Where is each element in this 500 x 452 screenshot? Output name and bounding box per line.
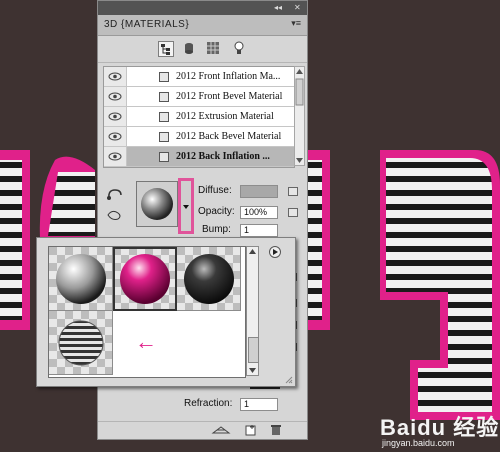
material-label: 2012 Back Inflation ... (176, 151, 270, 162)
list-item-selected[interactable]: 2012 Back Inflation ... (104, 147, 294, 167)
opacity-field[interactable]: 100% (240, 206, 278, 219)
list-item[interactable]: 2012 Extrusion Material (104, 107, 294, 127)
eye-icon[interactable] (104, 87, 127, 106)
eye-icon[interactable] (104, 67, 127, 86)
panel-tab[interactable]: 3D {MATERIALS} ▾≡ (98, 15, 307, 36)
panel-menu-icon[interactable]: ▾≡ (291, 18, 301, 29)
material-picker-popup: ← (36, 237, 296, 387)
drop-material-icon[interactable] (106, 207, 124, 224)
list-item[interactable]: 2012 Back Bevel Material (104, 127, 294, 147)
bump-label: Bump: (202, 224, 231, 235)
materials-filter-icon[interactable] (206, 41, 222, 57)
material-swatch-icon (159, 92, 169, 102)
close-icon[interactable]: ✕ (294, 3, 301, 13)
popup-options-icon[interactable] (269, 246, 281, 258)
diffuse-color-swatch[interactable] (240, 185, 278, 198)
eye-icon[interactable] (104, 147, 127, 166)
annotation-arrow-icon: ← (135, 329, 157, 354)
material-swatch-icon (159, 72, 169, 82)
new-item-icon[interactable] (245, 424, 257, 439)
list-scrollbar[interactable] (294, 66, 305, 166)
divider (250, 387, 280, 389)
material-label: 2012 Extrusion Material (176, 111, 274, 122)
folder-icon[interactable] (288, 187, 298, 196)
folder-icon[interactable] (288, 208, 298, 217)
watermark-url: jingyan.baidu.com (382, 438, 455, 448)
opacity-label: Opacity: (198, 206, 235, 217)
materials-list: 2012 Front Inflation Ma... 2012 Front Be… (103, 66, 295, 168)
trash-icon[interactable] (270, 424, 282, 439)
bump-field[interactable]: 1 (240, 224, 278, 237)
meshes-filter-icon[interactable] (182, 41, 198, 57)
material-swatch-icon (159, 132, 169, 142)
material-swatch-icon (159, 152, 169, 162)
material-preset-pink[interactable] (113, 247, 177, 311)
scene-filter-icon[interactable] (158, 41, 174, 57)
mesh-icon[interactable] (211, 424, 231, 439)
resize-grip-icon[interactable] (285, 376, 293, 384)
diffuse-label: Diffuse: (198, 185, 232, 196)
lights-filter-icon[interactable] (232, 41, 248, 57)
refraction-label: Refraction: (184, 398, 233, 409)
material-preset-chrome[interactable] (49, 247, 113, 311)
material-preset-dark[interactable] (177, 247, 241, 311)
material-label: 2012 Front Inflation Ma... (176, 71, 281, 82)
toolbar (98, 36, 307, 63)
panel-top-bar: ◂◂ ✕ (98, 1, 307, 15)
panel-bottom-bar (98, 421, 307, 440)
collapse-icon[interactable]: ◂◂ (274, 3, 282, 13)
material-preset-striped[interactable] (49, 311, 113, 375)
list-item[interactable]: 2012 Front Bevel Material (104, 87, 294, 107)
material-picker-dropdown-button[interactable] (178, 178, 194, 234)
material-swatch-icon (159, 112, 169, 122)
material-preset-grid: ← (48, 246, 246, 378)
refraction-field[interactable]: 1 (240, 398, 278, 411)
rotate-material-icon[interactable] (106, 187, 124, 204)
popup-scrollbar[interactable] (246, 246, 259, 376)
list-item[interactable]: 2012 Front Inflation Ma... (104, 67, 294, 87)
popup-scroll-thumb[interactable] (248, 337, 259, 363)
eye-icon[interactable] (104, 127, 127, 146)
material-label: 2012 Back Bevel Material (176, 131, 282, 142)
material-preview[interactable] (136, 181, 178, 227)
panel-title: 3D {MATERIALS} (104, 19, 190, 30)
eye-icon[interactable] (104, 107, 127, 126)
material-label: 2012 Front Bevel Material (176, 91, 283, 102)
